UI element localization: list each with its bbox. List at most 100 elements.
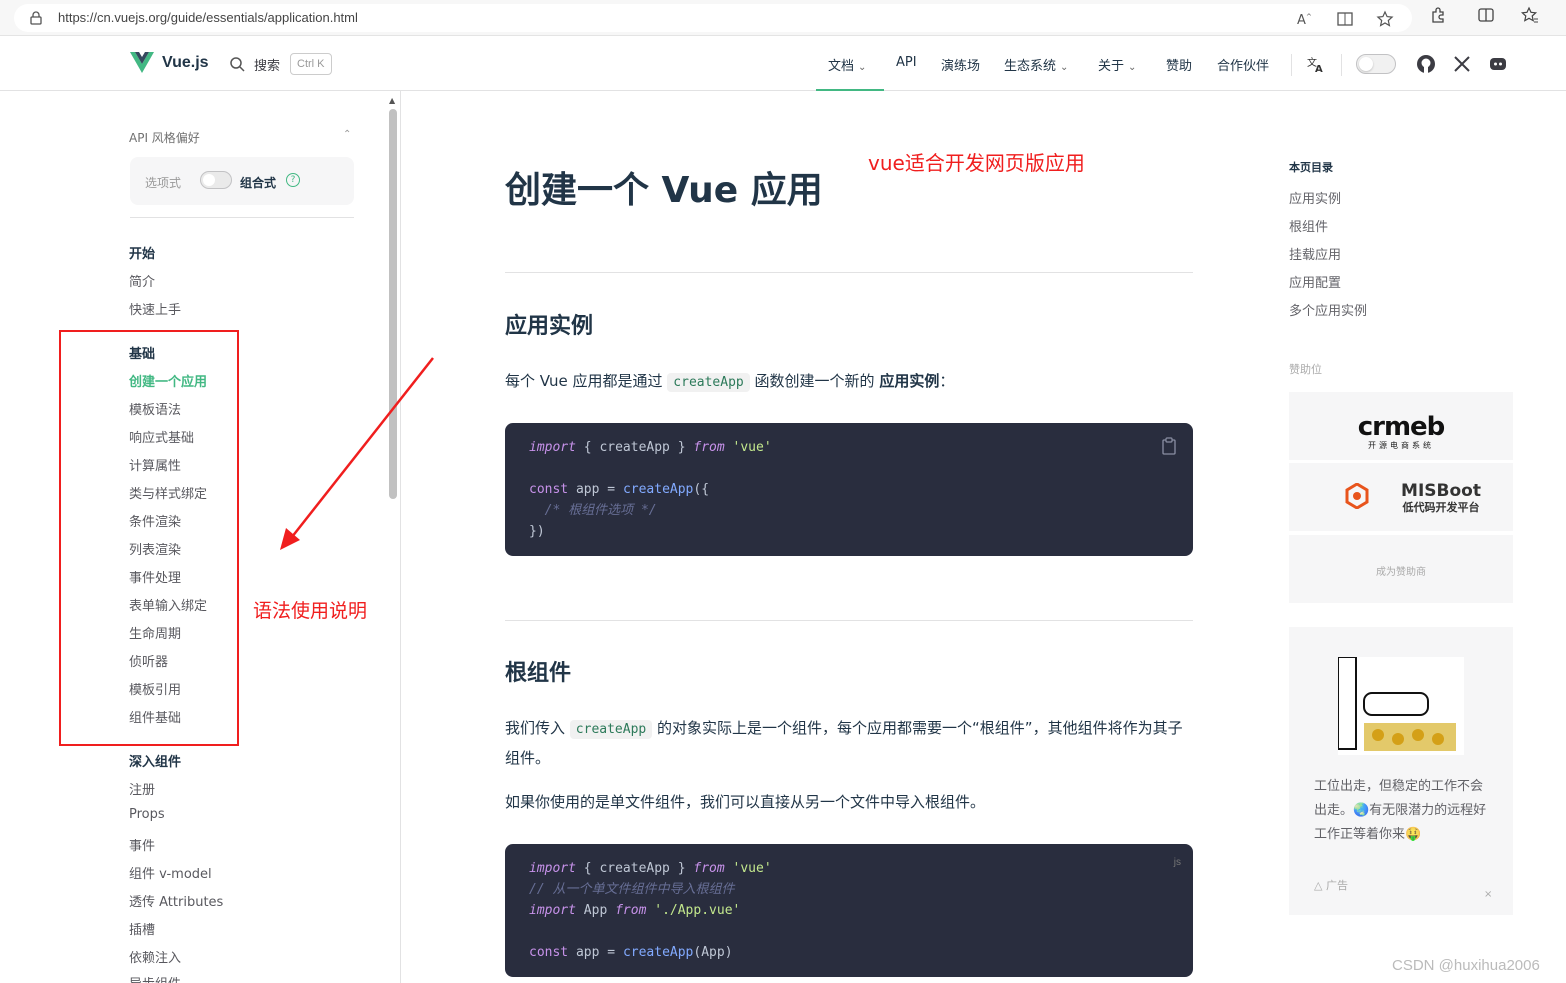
toc-item-root-component[interactable]: 根组件 [1289, 216, 1328, 235]
scroll-up-icon[interactable]: ▲ [389, 96, 395, 105]
code-token: from [693, 861, 725, 876]
sidebar-item-async[interactable]: 异步组件 [129, 973, 181, 983]
sponsor-section-title: 赞助位 [1289, 363, 1322, 376]
code-token: ({ [693, 482, 710, 497]
api-style-toggle[interactable] [200, 171, 232, 189]
nav-docs[interactable]: 文档 ⌄ [828, 55, 866, 74]
toc-item-app-config[interactable]: 应用配置 [1289, 272, 1341, 291]
become-sponsor-text: 成为赞助商 [1376, 567, 1426, 578]
ad-label-text: 广告 [1325, 879, 1348, 892]
nav-sponsor[interactable]: 赞助 [1166, 55, 1192, 74]
split-screen-icon[interactable] [1477, 6, 1495, 24]
code-token: { createApp } [575, 440, 694, 455]
code-token: app = [568, 482, 623, 497]
sidebar-item-registration[interactable]: 注册 [129, 779, 155, 798]
sponsor-logo-text: crmeb [1357, 412, 1446, 442]
annotation-highlight-box [59, 330, 239, 746]
code-token: { createApp } [575, 861, 694, 876]
section-title-app-instance: 应用实例 [505, 314, 594, 339]
theme-toggle[interactable] [1356, 54, 1396, 74]
sidebar-divider [130, 217, 354, 218]
sponsor-crmeb[interactable]: crmeb 开源电商系统 [1289, 392, 1513, 460]
code-block-1: import { createApp } from 'vue' const ap… [505, 423, 1193, 556]
svg-text:A: A [1315, 64, 1323, 74]
address-bar[interactable]: https://cn.vuejs.org/guide/essentials/ap… [14, 4, 1412, 32]
toc-item-multiple-apps[interactable]: 多个应用实例 [1289, 300, 1367, 319]
nav-playground[interactable]: 演练场 [941, 55, 980, 74]
code-token: import [529, 861, 576, 876]
brand-name[interactable]: Vue.js [162, 54, 209, 72]
search-button[interactable]: 搜索 [254, 55, 280, 74]
sidebar-item-props[interactable]: Props [129, 807, 165, 822]
help-icon[interactable]: ? [286, 173, 300, 187]
code-line: const app = createApp({ [529, 479, 1169, 500]
x-twitter-icon[interactable] [1452, 54, 1472, 74]
sidebar-item-component-events[interactable]: 事件 [129, 835, 155, 854]
nav-ecosystem[interactable]: 生态系统 ⌄ [1004, 55, 1068, 74]
chevron-up-icon[interactable]: ⌃ [343, 129, 351, 140]
nav-ecosystem-label: 生态系统 [1004, 59, 1057, 74]
right-aside: 本页目录 应用实例 根组件 挂载应用 应用配置 多个应用实例 赞助位 crmeb… [1289, 91, 1529, 983]
github-icon[interactable] [1416, 54, 1436, 74]
ad-label: △ 广告 [1314, 879, 1348, 892]
ad-image[interactable] [1337, 656, 1464, 755]
ad-card[interactable]: 工位出走，但稳定的工作不会出走。🌏有无限潜力的远程好工作正等着你来🤑 △ 广告 … [1289, 627, 1513, 915]
close-icon[interactable]: × [1484, 889, 1492, 900]
site-navbar: Vue.js 搜索 Ctrl K 文档 ⌄ API 演练场 生态系统 ⌄ 关于 ⌄ 赞… [0, 36, 1566, 91]
main-content: 创建一个 Vue 应用 vue适合开发网页版应用 应用实例 每个 Vue 应用都… [402, 91, 1280, 983]
become-sponsor-link[interactable]: 成为赞助商 [1289, 535, 1513, 603]
code-line: import { createApp } from 'vue' [529, 858, 1169, 879]
toc-item-app-instance[interactable]: 应用实例 [1289, 188, 1341, 207]
sponsor-tagline: 开源电商系统 [1368, 441, 1434, 450]
sidebar-section-start: 开始 [129, 247, 156, 262]
vue-logo-icon[interactable] [130, 52, 154, 74]
discord-icon[interactable] [1488, 54, 1508, 74]
section-divider [505, 620, 1193, 621]
sidebar-item-provide-inject[interactable]: 依赖注入 [129, 947, 181, 966]
section1-paragraph: 每个 Vue 应用都是通过 createApp 函数创建一个新的 应用实例： [505, 367, 1195, 397]
code-block-2: js import { createApp } from 'vue' // 从一… [505, 844, 1193, 977]
sidebar-item-v-model[interactable]: 组件 v-model [129, 863, 212, 882]
code-token: from [693, 440, 725, 455]
code-language-label: js [1173, 857, 1181, 868]
code-token: createApp [622, 482, 694, 497]
nav-partners[interactable]: 合作伙伴 [1217, 55, 1269, 74]
annotation-note-sidebar: 语法使用说明 [253, 600, 368, 622]
code-token: const [529, 482, 569, 497]
text: ： [939, 372, 955, 390]
url-text[interactable]: https://cn.vuejs.org/guide/essentials/ap… [58, 10, 358, 25]
chevron-down-icon: ⌄ [1060, 62, 1069, 73]
toc-title: 本页目录 [1289, 161, 1333, 174]
sidebar-item-slots[interactable]: 插槽 [129, 919, 155, 938]
composition-api-label[interactable]: 组合式 [240, 174, 276, 191]
browser-toolbar: https://cn.vuejs.org/guide/essentials/ap… [0, 0, 1566, 36]
sponsor-misboot[interactable]: MISBoot 低代码开发平台 [1289, 463, 1513, 531]
page-title: 创建一个 Vue 应用 [505, 170, 823, 211]
copy-icon[interactable] [1161, 437, 1177, 455]
code-line: const app = createApp(App) [529, 942, 1169, 963]
sidebar-item-attrs[interactable]: 透传 Attributes [129, 891, 223, 910]
nav-about[interactable]: 关于 ⌄ [1098, 55, 1136, 74]
search-icon[interactable] [229, 56, 245, 72]
options-api-label[interactable]: 选项式 [145, 174, 181, 191]
code-token: from [615, 903, 647, 918]
ad-text[interactable]: 工位出走，但稳定的工作不会出走。🌏有无限潜力的远程好工作正等着你来🤑 [1314, 775, 1494, 847]
nav-divider [1341, 54, 1342, 76]
favorites-icon[interactable] [1520, 6, 1539, 24]
watermark: CSDN @huxihua2006 [1392, 957, 1540, 974]
read-aloud-icon[interactable]: A ^ [1296, 10, 1314, 28]
translate-icon[interactable]: 文A [1306, 54, 1326, 74]
ad-illustration [1337, 656, 1460, 751]
favorite-star-icon[interactable] [1376, 10, 1394, 28]
sidebar-item-quick-start[interactable]: 快速上手 [129, 299, 181, 318]
extensions-icon[interactable] [1429, 6, 1447, 24]
sidebar-item-intro[interactable]: 简介 [129, 271, 155, 290]
nav-api[interactable]: API [896, 55, 917, 70]
code-token: import [529, 440, 576, 455]
chevron-down-icon: ⌄ [1128, 62, 1137, 73]
toc-item-mounting[interactable]: 挂载应用 [1289, 244, 1341, 263]
nav-about-label: 关于 [1098, 59, 1125, 74]
code-line: // 从一个单文件组件中导入根组件 [529, 879, 1169, 900]
reader-view-icon[interactable] [1336, 10, 1354, 28]
